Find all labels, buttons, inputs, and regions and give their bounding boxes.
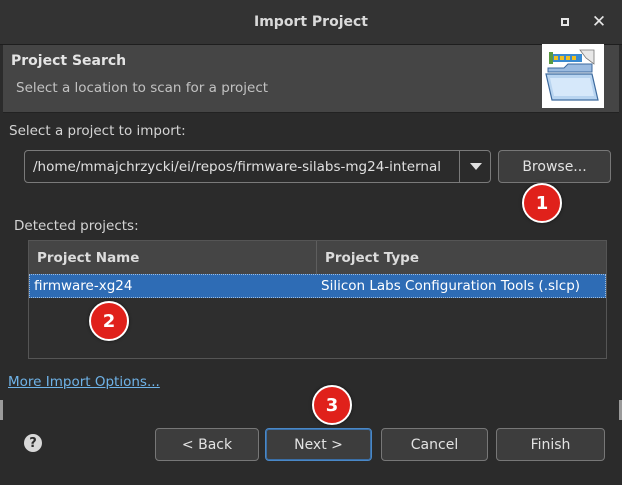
wizard-header: Project Search Select a location to scan… (3, 45, 619, 112)
project-type-cell: Silicon Labs Configuration Tools (.slcp) (321, 278, 581, 294)
next-button[interactable]: Next > (265, 428, 372, 461)
folder-import-icon (542, 44, 604, 108)
table-row[interactable]: firmware-xg24 Silicon Labs Configuration… (29, 274, 606, 298)
project-name-cell: firmware-xg24 (34, 278, 133, 294)
more-import-options-link[interactable]: More Import Options... (8, 374, 160, 390)
path-combo[interactable]: /home/mmajchrzycki/ei/repos/firmware-sil… (24, 150, 491, 183)
detected-projects-label: Detected projects: (14, 218, 139, 234)
column-header-project-type[interactable]: Project Type (317, 241, 606, 274)
step-marker-3: 3 (312, 385, 352, 425)
finish-button[interactable]: Finish (496, 428, 605, 461)
step-marker-1: 1 (522, 183, 562, 223)
title-bar: Import Project ✕ (0, 0, 622, 45)
page-title: Project Search (11, 53, 127, 69)
projects-table: Project Name Project Type firmware-xg24 … (28, 240, 607, 359)
cancel-button[interactable]: Cancel (381, 428, 488, 461)
select-project-label: Select a project to import: (9, 123, 186, 139)
window-title: Import Project (254, 14, 368, 30)
header-divider (3, 112, 619, 113)
browse-button[interactable]: Browse... (498, 150, 611, 183)
close-icon[interactable]: ✕ (589, 12, 609, 32)
help-icon[interactable]: ? (24, 434, 42, 452)
left-edge-divider (0, 400, 3, 420)
path-combo-value: /home/mmajchrzycki/ei/repos/firmware-sil… (33, 159, 441, 175)
back-button[interactable]: < Back (155, 428, 259, 461)
step-marker-2: 2 (89, 301, 129, 341)
maximize-icon[interactable] (555, 12, 575, 32)
page-description: Select a location to scan for a project (16, 80, 269, 96)
column-header-project-name[interactable]: Project Name (29, 241, 317, 274)
chevron-down-icon[interactable] (459, 151, 491, 182)
